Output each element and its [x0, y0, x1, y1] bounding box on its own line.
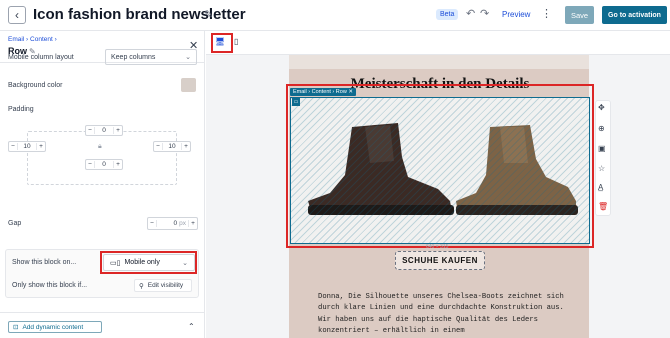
padding-label: Padding — [8, 106, 34, 113]
highlight-box-row — [286, 84, 594, 248]
preview-button[interactable]: Preview — [502, 10, 530, 19]
highlight-box-visibility — [100, 251, 197, 274]
add-dynamic-content-button[interactable]: ⊡ Add dynamic content — [8, 321, 102, 333]
mobile-layout-select[interactable]: Keep columns ⌄ — [105, 49, 197, 65]
lock-icon[interactable]: 🔒︎ — [98, 143, 102, 151]
shop-button[interactable]: SCHUHE KAUFEN — [395, 251, 485, 270]
padding-bottom-value[interactable]: 0 — [95, 161, 113, 168]
row-toolbox — [595, 100, 611, 216]
device-toggle-bar — [206, 31, 670, 55]
filter-icon: ⚲ — [139, 282, 144, 290]
background-color-label: Background color — [8, 82, 63, 89]
padding-left-stepper[interactable]: − 10 + — [8, 141, 46, 152]
ai-sparkle-icon[interactable]: ☆ — [598, 164, 605, 173]
beta-badge: Beta — [436, 9, 459, 20]
plus-icon[interactable]: + — [113, 161, 122, 168]
undo-icon[interactable]: ↶ — [466, 7, 475, 20]
mobile-layout-label: Mobile column layout — [8, 54, 74, 61]
gap-stepper[interactable]: − 0 px + — [147, 217, 198, 230]
translate-icon[interactable]: A̲ — [598, 183, 603, 192]
highlight-box-desktop — [211, 33, 233, 53]
add-dynamic-content-label: Add dynamic content — [22, 323, 84, 331]
mobile-view-icon[interactable]: ▯ — [234, 37, 238, 46]
minus-icon[interactable]: − — [9, 143, 18, 150]
gap-label: Gap — [8, 220, 22, 227]
padding-top-value[interactable]: 0 — [95, 127, 113, 134]
back-button[interactable]: ‹ — [8, 6, 26, 24]
more-options-icon[interactable]: ⋮ — [541, 7, 552, 20]
move-icon[interactable]: ✥ — [598, 103, 605, 112]
mobile-layout-value: Keep columns — [111, 54, 156, 61]
background-color-swatch[interactable] — [181, 78, 196, 92]
dynamic-content-icon: ⊡ — [13, 324, 19, 331]
delete-icon[interactable]: 🗑︎ — [598, 202, 608, 211]
edit-visibility-button[interactable]: ⚲ Edit visibility — [134, 279, 192, 292]
only-show-label: Only show this block if... — [12, 282, 88, 289]
padding-right-value[interactable]: 10 — [163, 143, 181, 150]
show-block-label: Show this block on... — [12, 259, 77, 266]
redo-icon[interactable]: ↷ — [480, 7, 489, 20]
gap-value[interactable]: 0 — [157, 220, 179, 227]
minus-icon[interactable]: − — [148, 220, 157, 227]
padding-bottom-stepper[interactable]: − 0 + — [85, 159, 123, 170]
minus-icon[interactable]: − — [154, 143, 163, 150]
padding-top-stepper[interactable]: − 0 + — [85, 125, 123, 136]
plus-icon[interactable]: + — [188, 220, 197, 227]
minus-icon[interactable]: − — [86, 127, 95, 134]
page-title: Icon fashion brand newsletter — [33, 6, 246, 23]
panel-divider-bottom — [0, 312, 205, 313]
plus-icon[interactable]: + — [36, 143, 45, 150]
dimension-label: 640 × 315 — [426, 244, 449, 250]
gap-unit: px — [179, 220, 186, 227]
save-block-icon[interactable]: ▣ — [598, 144, 606, 153]
go-to-activation-button[interactable]: Go to activation — [602, 6, 667, 24]
chevron-down-icon: ⌄ — [185, 54, 191, 61]
plus-icon[interactable]: + — [181, 143, 190, 150]
minus-icon[interactable]: − — [86, 161, 95, 168]
email-top-band — [289, 55, 589, 69]
plus-icon[interactable]: + — [113, 127, 122, 134]
breadcrumb[interactable]: Email › Content › — [8, 36, 57, 43]
email-body-text[interactable]: Donna, Die Silhouette unseres Chelsea-Bo… — [318, 292, 568, 337]
padding-right-stepper[interactable]: − 10 + — [153, 141, 191, 152]
duplicate-icon[interactable]: ⊕ — [598, 124, 605, 133]
chevron-left-icon: ‹ — [15, 8, 19, 22]
padding-frame — [27, 131, 177, 185]
save-button[interactable]: Save — [565, 6, 594, 24]
chevron-up-icon[interactable]: ⌃ — [188, 322, 195, 331]
edit-title-pencil-icon[interactable]: ✎ — [204, 8, 213, 21]
edit-visibility-label: Edit visibility — [147, 282, 184, 289]
padding-left-value[interactable]: 10 — [18, 143, 36, 150]
